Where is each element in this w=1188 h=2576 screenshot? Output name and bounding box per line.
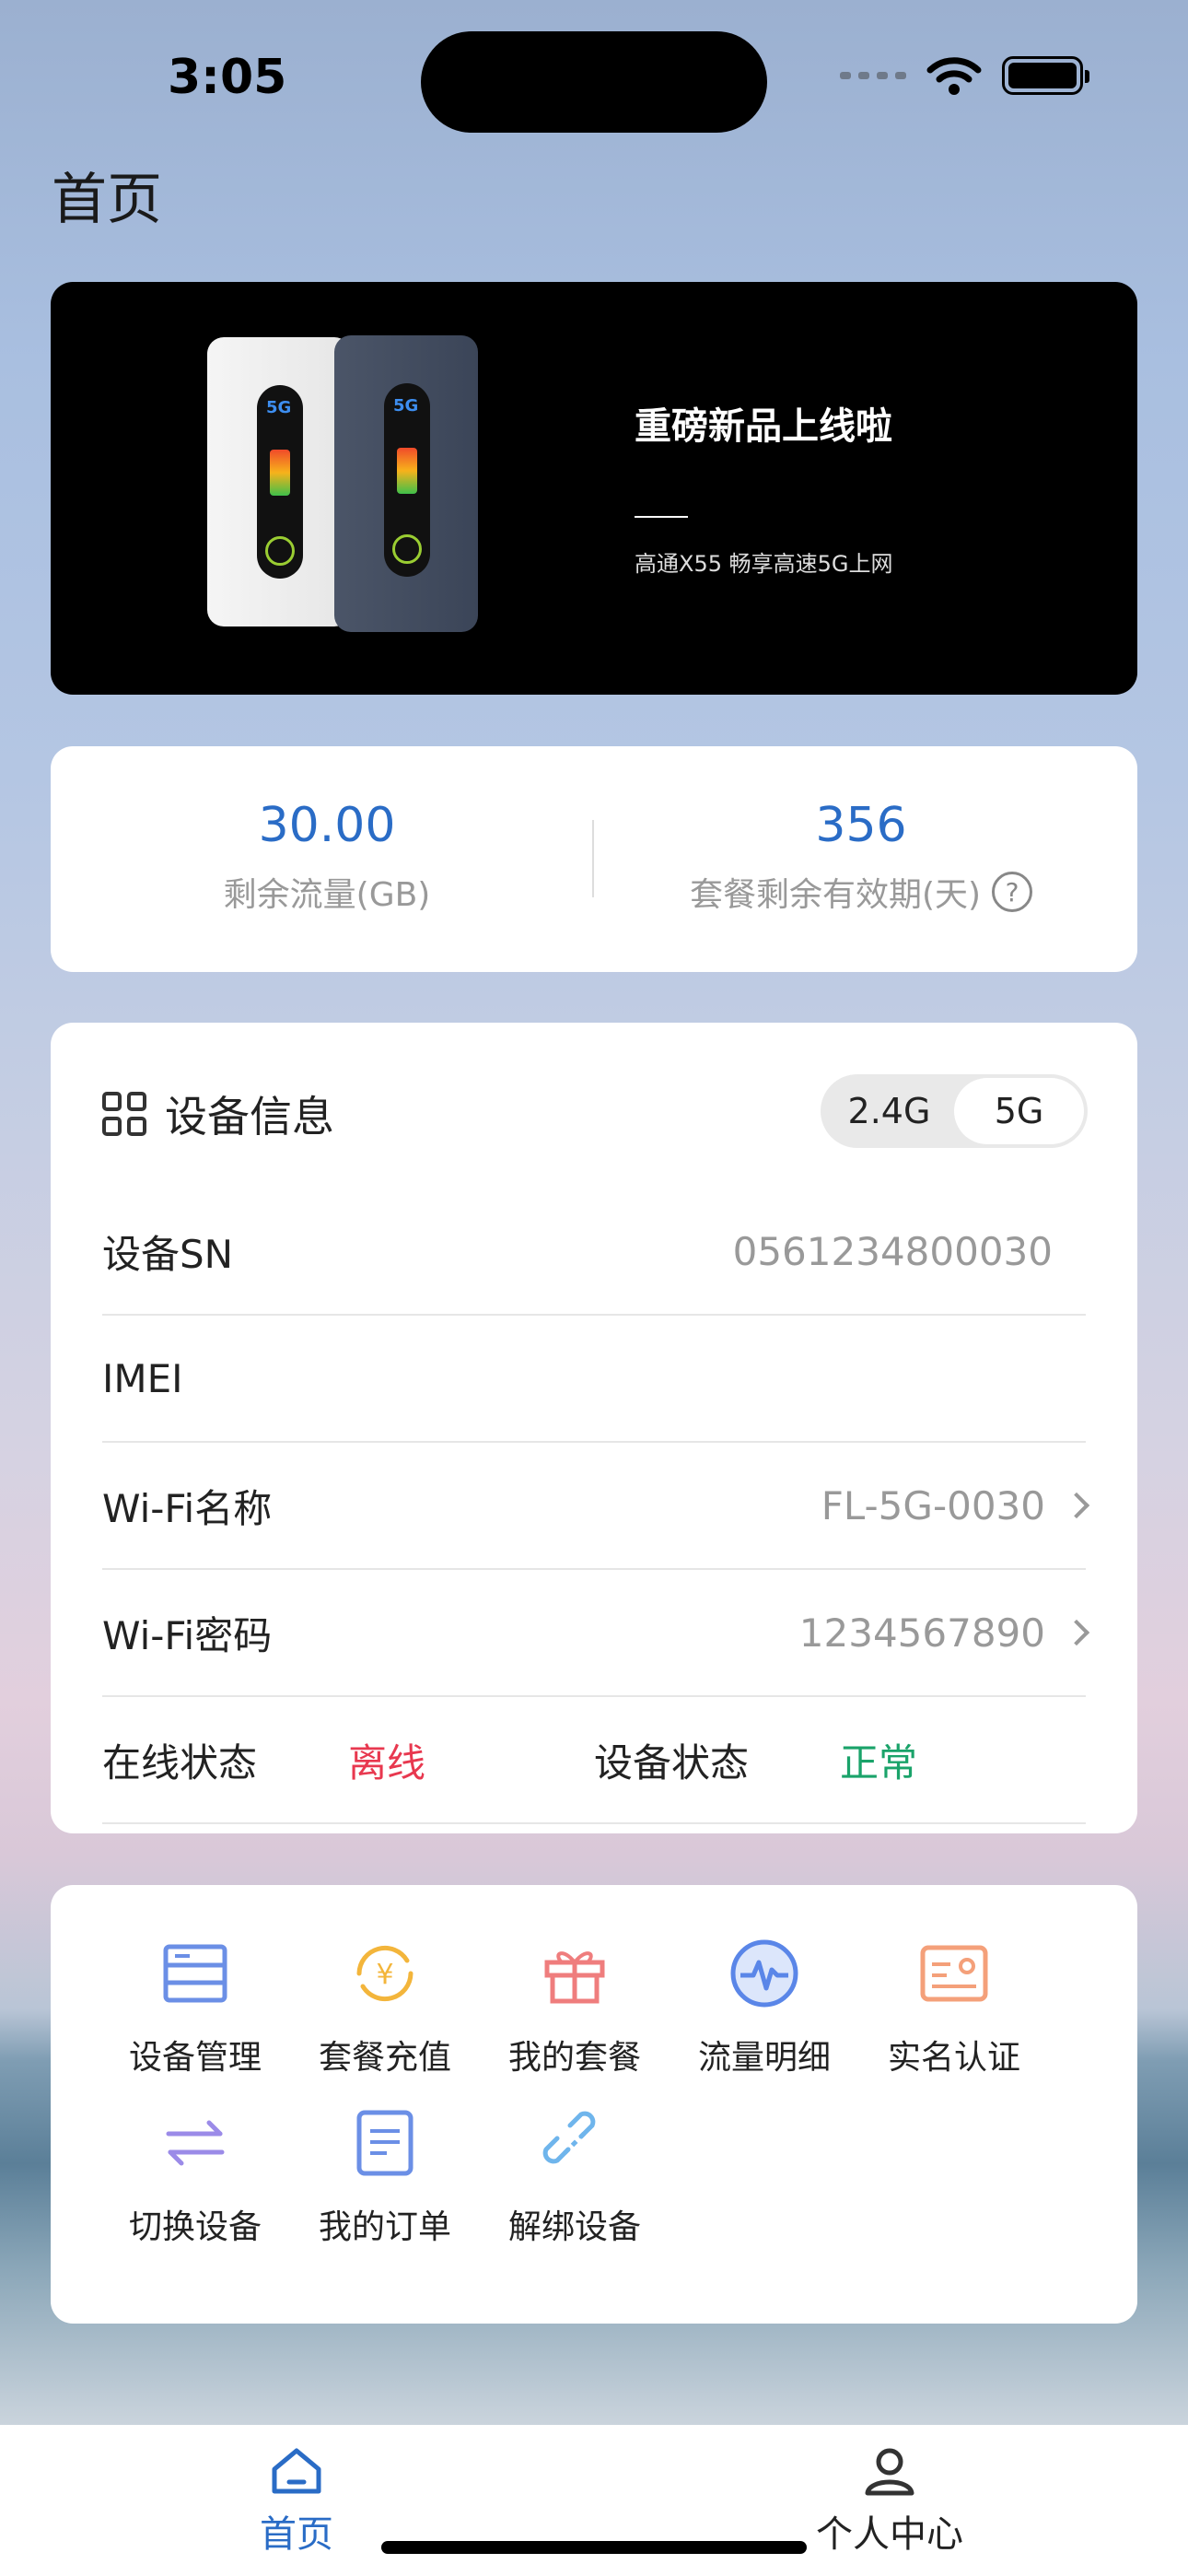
data-remaining-value: 30.00 [258, 798, 396, 853]
func-label: 套餐充值 [318, 2039, 451, 2077]
tab-home-label: 首页 [260, 2513, 333, 2556]
svg-text:¥: ¥ [376, 1959, 393, 1991]
chevron-right-icon [1063, 1619, 1090, 1646]
wifi-password-row[interactable]: Wi-Fi密码 1234567890 [102, 1570, 1090, 1697]
router-white-image: 5G [207, 337, 351, 626]
func-label: 我的套餐 [507, 2039, 641, 2077]
order-icon [356, 2110, 413, 2176]
status-row: 在线状态 离线 设备状态 正常 [102, 1697, 1086, 1824]
wifi-password-value: 1234567890 [798, 1610, 1045, 1656]
chevron-right-icon [1063, 1492, 1090, 1519]
func-label: 切换设备 [128, 2208, 262, 2246]
tab-home[interactable]: 首页 [186, 2445, 407, 2558]
function-grid: 设备管理 ¥ 套餐充值 我的套餐 流量明细 实名认证 切换设备 我的订单 解绑设… [51, 1885, 1137, 2324]
status-icons [840, 55, 1089, 96]
recharge-icon: ¥ [356, 1945, 413, 2002]
device-manage-icon [163, 1944, 227, 2003]
usage-stats-card: 30.00 剩余流量(GB) 356 套餐剩余有效期(天) ? [51, 746, 1137, 972]
wifi-name-row[interactable]: Wi-Fi名称 FL-5G-0030 [102, 1443, 1090, 1570]
validity-stat: 356 套餐剩余有效期(天) ? [612, 798, 1110, 916]
user-icon [865, 2448, 914, 2496]
device-info-header: 设备信息 [102, 1083, 334, 1144]
func-label: 设备管理 [128, 2039, 262, 2077]
band-option-2-4g[interactable]: 2.4G [824, 1078, 954, 1144]
online-status-label: 在线状态 [102, 1739, 258, 1786]
imei-row: IMEI [102, 1316, 1086, 1443]
stats-divider [592, 820, 594, 897]
band-segmented-control: 2.4G 5G [821, 1074, 1088, 1148]
validity-value: 356 [815, 798, 907, 853]
data-remaining-label: 剩余流量(GB) [223, 876, 431, 914]
traffic-detail-icon [730, 1939, 798, 2008]
func-my-orders[interactable]: 我的订单 [290, 2106, 480, 2248]
device-info-title: 设备信息 [165, 1092, 334, 1142]
online-status-value: 离线 [348, 1739, 426, 1786]
banner-divider [635, 516, 688, 518]
func-recharge[interactable]: ¥ 套餐充值 [290, 1937, 480, 2078]
band-option-5g[interactable]: 5G [954, 1078, 1084, 1144]
func-my-package[interactable]: 我的套餐 [480, 1937, 670, 2078]
device-status-value: 正常 [840, 1739, 918, 1786]
device-sn-value: 0561234800030 [732, 1228, 1053, 1274]
data-remaining-stat: 30.00 剩余流量(GB) [78, 798, 576, 916]
func-traffic-detail[interactable]: 流量明细 [670, 1937, 859, 2078]
imei-label: IMEI [102, 1355, 183, 1401]
page-title: 首页 [52, 168, 162, 232]
home-indicator [381, 2541, 807, 2554]
id-card-icon [920, 1945, 988, 2002]
help-icon[interactable]: ? [992, 872, 1033, 912]
func-device-manage[interactable]: 设备管理 [100, 1937, 290, 2078]
func-unbind-device[interactable]: 解绑设备 [480, 2106, 670, 2248]
grid-icon [102, 1092, 146, 1136]
device-sn-row: 设备SN 0561234800030 [102, 1188, 1086, 1316]
banner-title: 重磅新品上线啦 [635, 405, 892, 448]
func-label: 流量明细 [697, 2039, 831, 2077]
tab-profile[interactable]: 个人中心 [779, 2445, 1000, 2558]
signal-dots-icon [840, 72, 906, 79]
func-label: 实名认证 [887, 2039, 1020, 2077]
device-status-label: 设备状态 [594, 1739, 750, 1786]
banner-subtitle: 高通X55 畅享高速5G上网 [635, 551, 893, 577]
wifi-icon [926, 57, 982, 95]
func-switch-device[interactable]: 切换设备 [100, 2106, 290, 2248]
unbind-icon [542, 2111, 596, 2164]
tab-profile-label: 个人中心 [816, 2513, 963, 2556]
status-time: 3:05 [168, 50, 287, 105]
validity-label: 套餐剩余有效期(天) [689, 876, 982, 914]
func-label: 解绑设备 [507, 2208, 641, 2246]
wifi-password-label: Wi-Fi密码 [102, 1612, 273, 1658]
switch-icon [166, 2120, 225, 2166]
battery-icon [1002, 56, 1089, 95]
device-sn-label: 设备SN [102, 1231, 234, 1277]
func-real-name[interactable]: 实名认证 [859, 1937, 1049, 2078]
wifi-name-label: Wi-Fi名称 [102, 1485, 273, 1531]
home-icon [272, 2448, 321, 2494]
func-label: 我的订单 [318, 2208, 451, 2246]
dynamic-island [421, 31, 767, 133]
device-info-card: 设备信息 2.4G 5G 设备SN 0561234800030 IMEI Wi-… [51, 1023, 1137, 1833]
gift-icon [544, 1951, 605, 2004]
wifi-name-value: FL-5G-0030 [821, 1482, 1045, 1528]
router-dark-image: 5G [334, 335, 478, 632]
promo-banner[interactable]: 5G 5G 重磅新品上线啦 高通X55 畅享高速5G上网 [51, 282, 1137, 695]
